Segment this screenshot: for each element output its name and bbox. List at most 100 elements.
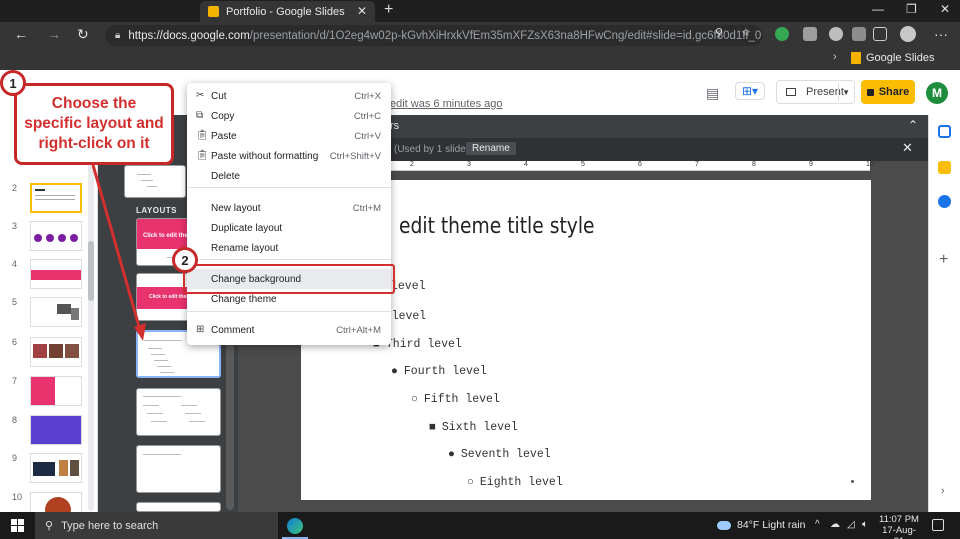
ruler-number: 7 bbox=[695, 161, 699, 168]
cloud-rain-icon bbox=[717, 520, 731, 530]
menu-item-cut[interactable]: ✂ Cut Ctrl+X bbox=[187, 86, 391, 106]
bullet-icon: ○ bbox=[411, 393, 418, 406]
windows-start-icon[interactable] bbox=[11, 519, 24, 532]
menu-item-paste[interactable]: 📋︎ Paste Ctrl+V bbox=[187, 126, 391, 146]
lock-icon: 🔒︎ bbox=[115, 30, 121, 41]
back-icon[interactable]: ← bbox=[14, 26, 28, 42]
tabs-icon[interactable] bbox=[873, 27, 887, 41]
menu-item-label: New layout bbox=[211, 202, 261, 214]
slide-thumbnail[interactable] bbox=[30, 453, 82, 483]
network-icon[interactable]: ◿ bbox=[847, 519, 855, 530]
last-edit-link[interactable]: edit was 6 minutes ago bbox=[390, 98, 503, 110]
slide-number: 10 bbox=[12, 492, 23, 502]
url-host: https://docs.google.com bbox=[128, 29, 250, 42]
layout-thumbnail-two-columns[interactable] bbox=[136, 388, 221, 436]
body-level-7[interactable]: ● Seventh level bbox=[448, 448, 551, 461]
slides-bookmark-icon bbox=[851, 52, 861, 64]
browser-tab[interactable]: Portfolio - Google Slides ✕ bbox=[200, 1, 375, 22]
clock-date: 17-Aug-21 bbox=[882, 525, 916, 539]
menu-item-paste-without-formatting[interactable]: 📋︎ Paste without formatting Ctrl+Shift+V bbox=[187, 146, 391, 166]
taskbar-search[interactable]: ⚲ Type here to search bbox=[35, 512, 278, 539]
body-level-1[interactable]: level bbox=[391, 280, 426, 293]
rename-button[interactable]: Rename bbox=[466, 142, 516, 155]
comments-icon[interactable]: ▤ bbox=[706, 85, 719, 102]
close-window-icon[interactable]: ✕ bbox=[940, 2, 950, 16]
menu-item-copy[interactable]: ⧉ Copy Ctrl+C bbox=[187, 106, 391, 126]
new-tab-icon[interactable]: + bbox=[384, 1, 393, 19]
tab-close-icon[interactable]: ✕ bbox=[357, 4, 367, 18]
body-level-8[interactable]: ○ Eighth level bbox=[467, 476, 563, 489]
tasks-icon[interactable] bbox=[938, 195, 951, 208]
more-menu-icon[interactable]: ··· bbox=[934, 26, 948, 42]
extension-green-icon[interactable] bbox=[775, 27, 789, 41]
new-slide-icon[interactable]: ⊞▾ bbox=[735, 82, 766, 100]
profile-icon[interactable] bbox=[900, 26, 916, 42]
clock[interactable]: 11:07 PM 17-Aug-21 bbox=[879, 514, 919, 539]
body-level-text: Seventh level bbox=[460, 448, 551, 461]
tray-overflow-icon[interactable]: ^ bbox=[815, 519, 820, 530]
calendar-icon[interactable] bbox=[938, 125, 951, 138]
extension-g-icon[interactable] bbox=[829, 27, 843, 41]
url-field[interactable]: 🔒︎ https://docs.google.com/presentation/… bbox=[105, 25, 763, 46]
minimize-icon[interactable]: — bbox=[872, 2, 884, 16]
slide-thumbnail[interactable] bbox=[30, 376, 82, 406]
slide-thumbnail[interactable] bbox=[30, 183, 82, 213]
menu-item-duplicate-layout[interactable]: Duplicate layout bbox=[187, 218, 391, 238]
slide-thumbnail[interactable] bbox=[30, 259, 82, 289]
edge-taskbar-app[interactable] bbox=[278, 512, 312, 539]
menu-item-label: Rename layout bbox=[211, 242, 279, 254]
body-level-5[interactable]: ○ Fifth level bbox=[411, 393, 500, 406]
slide-thumbnail[interactable] bbox=[30, 297, 82, 327]
maximize-icon[interactable]: ❐ bbox=[906, 2, 917, 16]
filmstrip-scrollbar[interactable] bbox=[88, 121, 94, 511]
search-icon: ⚲ bbox=[45, 520, 54, 532]
favorite-icon[interactable]: ☆ bbox=[741, 26, 751, 39]
slide-thumbnail[interactable] bbox=[30, 415, 82, 445]
present-icon bbox=[786, 88, 796, 96]
slide-number: 4 bbox=[12, 259, 18, 269]
tab-title: Portfolio - Google Slides bbox=[226, 5, 345, 18]
body-level-6[interactable]: ■ Sixth level bbox=[429, 421, 518, 434]
edge-icon bbox=[287, 518, 303, 534]
notification-icon[interactable] bbox=[932, 519, 944, 531]
weather-widget[interactable]: 84°F Light rain bbox=[717, 519, 805, 531]
extension-grey-icon[interactable] bbox=[803, 27, 817, 41]
change-background-highlight bbox=[183, 264, 395, 294]
present-button[interactable]: Present ▼ bbox=[776, 80, 855, 104]
layout-thumbnail-next[interactable] bbox=[136, 502, 221, 512]
chevron-down-icon[interactable]: ▼ bbox=[842, 88, 850, 97]
collapse-icon[interactable]: ⌃ bbox=[908, 118, 918, 132]
zoom-icon[interactable]: ⚲ bbox=[715, 26, 723, 39]
volume-icon[interactable]: 🔈︎ bbox=[862, 519, 868, 530]
forward-icon[interactable]: → bbox=[47, 26, 61, 42]
ruler-number: 8 bbox=[752, 161, 756, 168]
menu-item-shortcut: Ctrl+V bbox=[354, 130, 381, 142]
menu-item-rename-layout[interactable]: Rename layout bbox=[187, 238, 391, 258]
cloud-sync-icon[interactable]: ☁ bbox=[830, 519, 840, 530]
body-level-text: Sixth level bbox=[441, 421, 518, 434]
menu-item-label: Duplicate layout bbox=[211, 222, 283, 234]
share-button[interactable]: Share bbox=[861, 80, 915, 104]
add-addon-icon[interactable]: + bbox=[939, 251, 948, 269]
keep-icon[interactable] bbox=[938, 161, 951, 174]
layout-thumbnail-previous[interactable] bbox=[124, 165, 186, 198]
bookmark-google-slides[interactable]: Google Slides bbox=[851, 52, 935, 64]
share-label: Share bbox=[878, 86, 910, 98]
body-level-4[interactable]: ● Fourth level bbox=[391, 365, 487, 378]
collections-icon[interactable] bbox=[852, 27, 866, 41]
avatar[interactable]: M bbox=[926, 82, 948, 104]
reload-icon[interactable]: ↻ bbox=[77, 26, 89, 43]
expand-panel-icon[interactable]: › bbox=[941, 485, 945, 497]
slide-title-placeholder[interactable]: edit theme title style bbox=[399, 214, 595, 239]
ruler-number: 2 bbox=[410, 161, 414, 168]
slide-thumbnail[interactable] bbox=[30, 221, 82, 251]
menu-item-comment[interactable]: ⊞ Comment Ctrl+Alt+M bbox=[187, 320, 391, 340]
menu-item-delete[interactable]: Delete bbox=[187, 166, 391, 186]
menu-item-shortcut: Ctrl+C bbox=[353, 110, 381, 122]
clock-time: 11:07 PM bbox=[879, 514, 919, 525]
scissors-icon: ✂ bbox=[196, 90, 205, 101]
slide-thumbnail[interactable] bbox=[30, 337, 82, 367]
layout-thumbnail-title-only[interactable] bbox=[136, 445, 221, 493]
close-theme-editor-icon[interactable]: ✕ bbox=[902, 140, 913, 156]
menu-item-new-layout[interactable]: New layout Ctrl+M bbox=[187, 198, 391, 218]
